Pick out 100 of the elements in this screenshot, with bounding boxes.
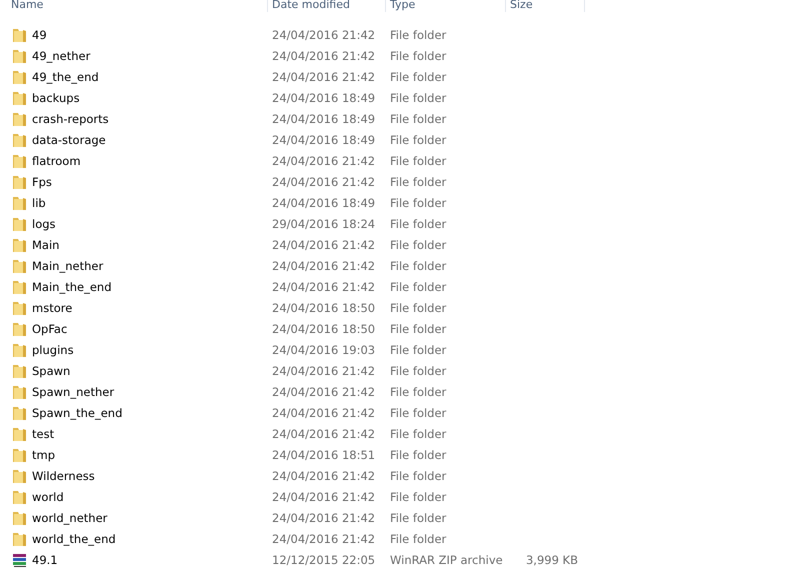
date-modified: 24/04/2016 18:49 — [271, 90, 376, 104]
file-name[interactable]: logs — [32, 216, 56, 230]
file-type: File folder — [389, 48, 448, 62]
folder-icon — [12, 384, 28, 400]
file-name[interactable]: tmp — [32, 448, 56, 462]
file-type: File folder — [389, 426, 448, 440]
file-type: File folder — [389, 364, 448, 378]
file-size: 3,999 KB — [524, 552, 579, 566]
archive-icon — [12, 552, 28, 568]
date-modified: 24/04/2016 21:42 — [271, 70, 376, 84]
file-type: File folder — [389, 258, 448, 272]
file-type: File folder — [389, 132, 448, 146]
file-type: File folder — [389, 406, 448, 420]
file-name[interactable]: Main_nether — [32, 258, 104, 272]
date-modified: 24/04/2016 21:42 — [271, 406, 376, 420]
file-name[interactable]: Main_the_end — [32, 280, 112, 294]
date-modified: 24/04/2016 21:42 — [271, 510, 376, 524]
date-modified: 24/04/2016 21:42 — [271, 48, 376, 62]
file-name[interactable]: Spawn_nether — [32, 384, 114, 398]
file-name[interactable]: backups — [32, 90, 80, 104]
folder-icon — [12, 404, 28, 420]
file-name[interactable]: data-storage — [32, 132, 106, 146]
file-type: File folder — [389, 532, 448, 546]
folder-icon — [12, 320, 28, 336]
date-modified: 24/04/2016 19:03 — [271, 342, 376, 356]
column-header[interactable]: Size — [506, 0, 585, 12]
folder-icon — [12, 48, 28, 64]
column-header[interactable]: Type — [386, 0, 506, 12]
file-type: File folder — [389, 510, 448, 524]
date-modified: 24/04/2016 21:42 — [271, 426, 376, 440]
file-name[interactable]: world_the_end — [32, 532, 116, 546]
folder-icon — [12, 26, 28, 42]
file-name[interactable]: 49_nether — [32, 48, 90, 62]
file-type: File folder — [389, 322, 448, 336]
file-name[interactable]: world — [32, 490, 64, 504]
date-modified: 24/04/2016 21:42 — [271, 280, 376, 294]
folder-icon — [12, 278, 28, 294]
folder-icon — [12, 342, 28, 358]
date-modified: 24/04/2016 21:42 — [271, 238, 376, 252]
folder-icon — [12, 510, 28, 526]
date-modified: 12/12/2015 22:05 — [271, 552, 376, 566]
file-name[interactable]: Spawn — [32, 364, 70, 378]
folder-icon — [12, 468, 28, 484]
file-name[interactable]: Fps — [32, 174, 52, 188]
file-name[interactable]: Main — [32, 238, 60, 252]
file-type: File folder — [389, 216, 448, 230]
date-modified: 24/04/2016 21:42 — [271, 28, 376, 42]
date-modified: 29/04/2016 18:24 — [271, 216, 376, 230]
folder-icon — [12, 68, 28, 84]
file-type: File folder — [389, 300, 448, 314]
folder-icon — [12, 132, 28, 148]
file-name[interactable]: plugins — [32, 342, 74, 356]
date-modified: 24/04/2016 18:49 — [271, 196, 376, 210]
file-name[interactable]: Wilderness — [32, 468, 95, 482]
date-modified: 24/04/2016 21:42 — [271, 468, 376, 482]
folder-icon — [12, 530, 28, 546]
folder-icon — [12, 446, 28, 462]
folder-icon — [12, 152, 28, 168]
file-type: File folder — [389, 154, 448, 168]
file-type: File folder — [389, 196, 448, 210]
file-type: File folder — [389, 238, 448, 252]
folder-icon — [12, 362, 28, 378]
folder-icon — [12, 216, 28, 232]
date-modified: 24/04/2016 18:50 — [271, 300, 376, 314]
file-name[interactable]: lib — [32, 196, 46, 210]
file-type: WinRAR ZIP archive — [389, 552, 504, 566]
folder-icon — [12, 110, 28, 126]
file-type: File folder — [389, 448, 448, 462]
file-name[interactable]: flatroom — [32, 154, 81, 168]
folder-icon — [12, 488, 28, 504]
file-type: File folder — [389, 70, 448, 84]
file-name[interactable]: crash-reports — [32, 112, 109, 126]
file-name[interactable]: 49_the_end — [32, 70, 99, 84]
file-type: File folder — [389, 112, 448, 126]
date-modified: 24/04/2016 21:42 — [271, 532, 376, 546]
column-header[interactable]: Name — [0, 0, 268, 12]
date-modified: 24/04/2016 18:50 — [271, 322, 376, 336]
file-type: File folder — [389, 468, 448, 482]
file-name[interactable]: world_nether — [32, 510, 108, 524]
date-modified: 24/04/2016 21:42 — [271, 490, 376, 504]
file-name[interactable]: 49.1 — [32, 552, 58, 566]
file-type: File folder — [389, 90, 448, 104]
date-modified: 24/04/2016 21:42 — [271, 384, 376, 398]
folder-icon — [12, 300, 28, 316]
date-modified: 24/04/2016 18:49 — [271, 132, 376, 146]
file-name[interactable]: 49 — [32, 28, 47, 42]
date-modified: 24/04/2016 18:49 — [271, 112, 376, 126]
folder-icon — [12, 174, 28, 190]
file-type: File folder — [389, 174, 448, 188]
file-name[interactable]: OpFac — [32, 322, 68, 336]
folder-icon — [12, 194, 28, 210]
file-name[interactable]: Spawn_the_end — [32, 406, 122, 420]
date-modified: 24/04/2016 21:42 — [271, 258, 376, 272]
date-modified: 24/04/2016 21:42 — [271, 174, 376, 188]
column-header[interactable]: Date modified — [268, 0, 386, 12]
file-name[interactable]: test — [32, 426, 54, 440]
folder-icon — [12, 426, 28, 442]
file-name[interactable]: mstore — [32, 300, 72, 314]
folder-icon — [12, 258, 28, 274]
folder-icon — [12, 236, 28, 252]
